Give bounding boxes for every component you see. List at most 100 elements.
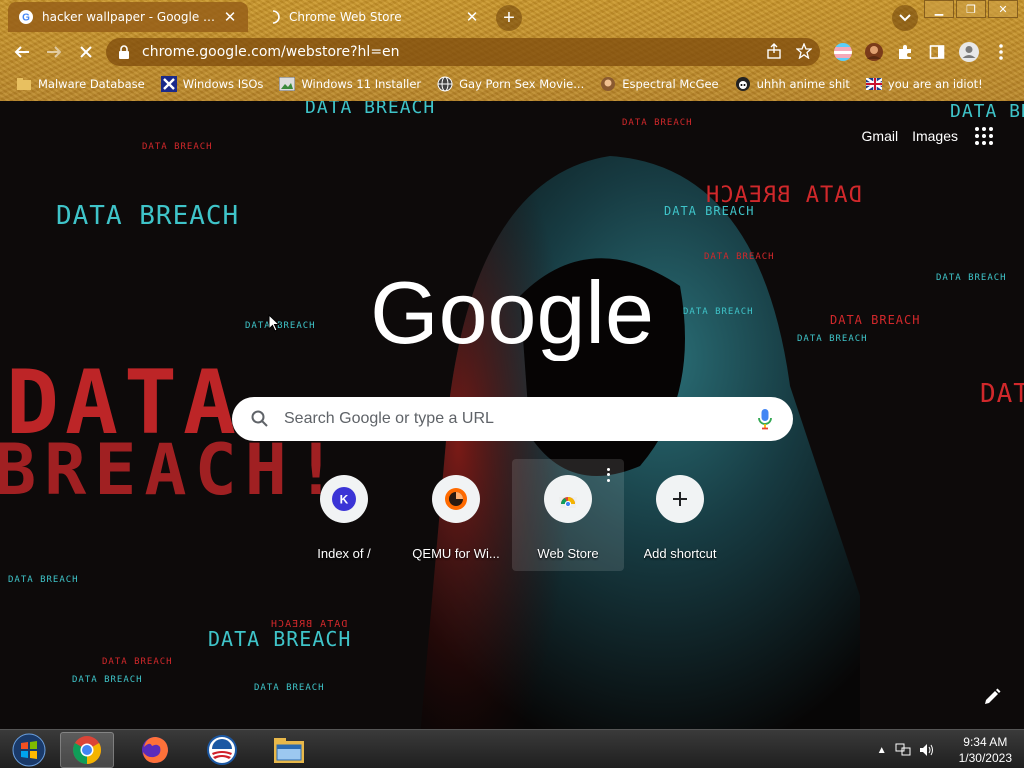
- svg-text:Google: Google: [372, 263, 652, 361]
- folder-icon: [16, 76, 32, 92]
- google-g-icon: G: [18, 9, 34, 25]
- new-tab-page: DATA BREACH DATA BREACH DATA BREACH DATA…: [0, 101, 1024, 729]
- loading-spinner-icon: [265, 9, 281, 25]
- mouse-cursor-icon: [268, 314, 280, 332]
- tab-title: hacker wallpaper - Google Search: [42, 10, 222, 24]
- chrome-web-store-icon: [544, 475, 592, 523]
- window-controls: ▁ ❐ ✕: [924, 0, 1018, 18]
- bookmark-star-icon[interactable]: [796, 43, 812, 59]
- plus-icon: [656, 475, 704, 523]
- shortcut-label: Add shortcut: [643, 546, 717, 561]
- shortcuts-grid: K Index of / QEMU for Wi... Web Store Ad…: [288, 459, 736, 571]
- minimize-button[interactable]: ▁: [924, 0, 954, 18]
- new-tab-button[interactable]: +: [496, 5, 522, 31]
- tab-web-store[interactable]: Chrome Web Store ✕: [255, 2, 490, 32]
- bookmark-globe[interactable]: Gay Porn Sex Movie...: [437, 76, 584, 92]
- system-tray: ▲ 9:34 AM 1/30/2023: [877, 732, 1012, 768]
- tab-google-search[interactable]: G hacker wallpaper - Google Search ✕: [8, 2, 248, 32]
- bookmark-you-are-an-idiot[interactable]: you are an idiot!: [865, 76, 983, 92]
- shortcut-label: Web Store: [537, 546, 599, 561]
- clock-time: 9:34 AM: [963, 735, 1008, 749]
- taskbar-chrome[interactable]: [60, 732, 114, 768]
- search-input[interactable]: [284, 410, 724, 428]
- stop-button[interactable]: [74, 40, 98, 64]
- bookmark-label: Espectral McGee: [622, 77, 719, 91]
- close-tab-icon[interactable]: ✕: [222, 8, 238, 26]
- network-icon[interactable]: [895, 743, 911, 757]
- wallpaper-text: DATA BREACH: [208, 627, 352, 651]
- wallpaper-text: DATA BREACH: [830, 313, 921, 327]
- search-box[interactable]: [232, 397, 793, 441]
- start-button[interactable]: [2, 732, 56, 768]
- menu-kebab-icon[interactable]: [990, 41, 1012, 63]
- browser-frame: G hacker wallpaper - Google Search ✕ Chr…: [0, 0, 1024, 101]
- bookmark-anime[interactable]: uhhh anime shit: [735, 76, 850, 92]
- windows-start-icon: [12, 733, 46, 767]
- restore-button[interactable]: ❐: [956, 0, 986, 18]
- svg-text:G: G: [22, 13, 30, 24]
- taskbar-obama-app[interactable]: [195, 732, 249, 768]
- images-link[interactable]: Images: [912, 128, 958, 144]
- profile-avatar-icon[interactable]: [958, 41, 980, 63]
- taskbar-file-explorer[interactable]: [262, 732, 316, 768]
- gmail-link[interactable]: Gmail: [862, 128, 899, 144]
- volume-icon[interactable]: [919, 743, 935, 757]
- wallpaper-text: DATA BREACH: [245, 321, 316, 331]
- close-icon: [80, 46, 92, 58]
- bookmark-malware-database[interactable]: Malware Database: [16, 76, 145, 92]
- forward-arrow-icon: [47, 46, 62, 58]
- bookmark-windows-isos[interactable]: Windows ISOs: [160, 76, 264, 92]
- bookmark-windows-11-installer[interactable]: Windows 11 Installer: [279, 76, 421, 92]
- bookmark-label: Windows 11 Installer: [301, 77, 422, 91]
- lock-icon: [119, 45, 129, 59]
- address-bar[interactable]: chrome.google.com/webstore?hl=en: [106, 38, 820, 66]
- wallpaper-text: DATA BREACH: [102, 657, 173, 667]
- top-links: Gmail Images: [862, 124, 996, 148]
- address-url: chrome.google.com/webstore?hl=en: [142, 44, 400, 60]
- taskbar: ▲ 9:34 AM 1/30/2023: [0, 729, 1024, 768]
- bookmark-espectral-mcgee[interactable]: Espectral McGee: [600, 76, 719, 92]
- forward-button[interactable]: [42, 40, 66, 64]
- wallpaper-text: DATA BREACH: [950, 101, 1024, 122]
- close-window-button[interactable]: ✕: [988, 0, 1018, 18]
- wallpaper-text: DATA: [980, 379, 1024, 409]
- bookmark-label: Malware Database: [38, 77, 145, 91]
- close-tab-icon[interactable]: ✕: [464, 8, 480, 26]
- tab-search-button[interactable]: [892, 5, 918, 31]
- shortcut-label: Index of /: [317, 546, 371, 561]
- obama-logo-icon: [207, 735, 237, 765]
- firefox-icon: [142, 737, 168, 763]
- more-options-icon[interactable]: [602, 467, 614, 483]
- trans-flag-extension-icon[interactable]: [832, 41, 854, 63]
- microphone-icon[interactable]: [757, 408, 773, 430]
- anime-avatar-icon: [735, 76, 751, 92]
- bookmark-label: Windows ISOs: [182, 77, 264, 91]
- clock[interactable]: 9:34 AM 1/30/2023: [959, 734, 1012, 766]
- shortcut-index-of[interactable]: K Index of /: [288, 459, 400, 571]
- show-hidden-icons-icon[interactable]: ▲: [877, 745, 887, 756]
- google-apps-grid-icon[interactable]: [972, 124, 996, 148]
- qemu-icon: [432, 475, 480, 523]
- share-icon[interactable]: [766, 43, 782, 59]
- chrome-icon: [73, 736, 101, 764]
- avatar-icon: [600, 76, 616, 92]
- back-button[interactable]: [10, 40, 34, 64]
- tab-title: Chrome Web Store: [289, 10, 402, 24]
- add-shortcut-button[interactable]: Add shortcut: [624, 459, 736, 571]
- bookmarks-bar: Malware Database Windows ISOs Windows 11…: [0, 70, 1024, 98]
- shortcut-web-store[interactable]: Web Store: [512, 459, 624, 571]
- google-logo: Google: [372, 263, 652, 361]
- taskbar-firefox[interactable]: [128, 732, 182, 768]
- shortcut-qemu[interactable]: QEMU for Wi...: [400, 459, 512, 571]
- shortcut-label: QEMU for Wi...: [412, 546, 500, 561]
- svg-text:K: K: [340, 493, 349, 507]
- wallpaper-text: DATA BREACH: [936, 273, 1007, 283]
- pencil-icon[interactable]: [982, 687, 1002, 707]
- wallpaper-text: DATA BREACH: [254, 683, 325, 693]
- profile-extension-icon[interactable]: [863, 41, 885, 63]
- wallpaper-text: DATA BREACH: [8, 575, 79, 585]
- wallpaper-text: DATA BREACH: [305, 101, 436, 118]
- bookmark-label: you are an idiot!: [887, 77, 983, 91]
- side-panel-icon[interactable]: [926, 41, 948, 63]
- extensions-puzzle-icon[interactable]: [894, 41, 916, 63]
